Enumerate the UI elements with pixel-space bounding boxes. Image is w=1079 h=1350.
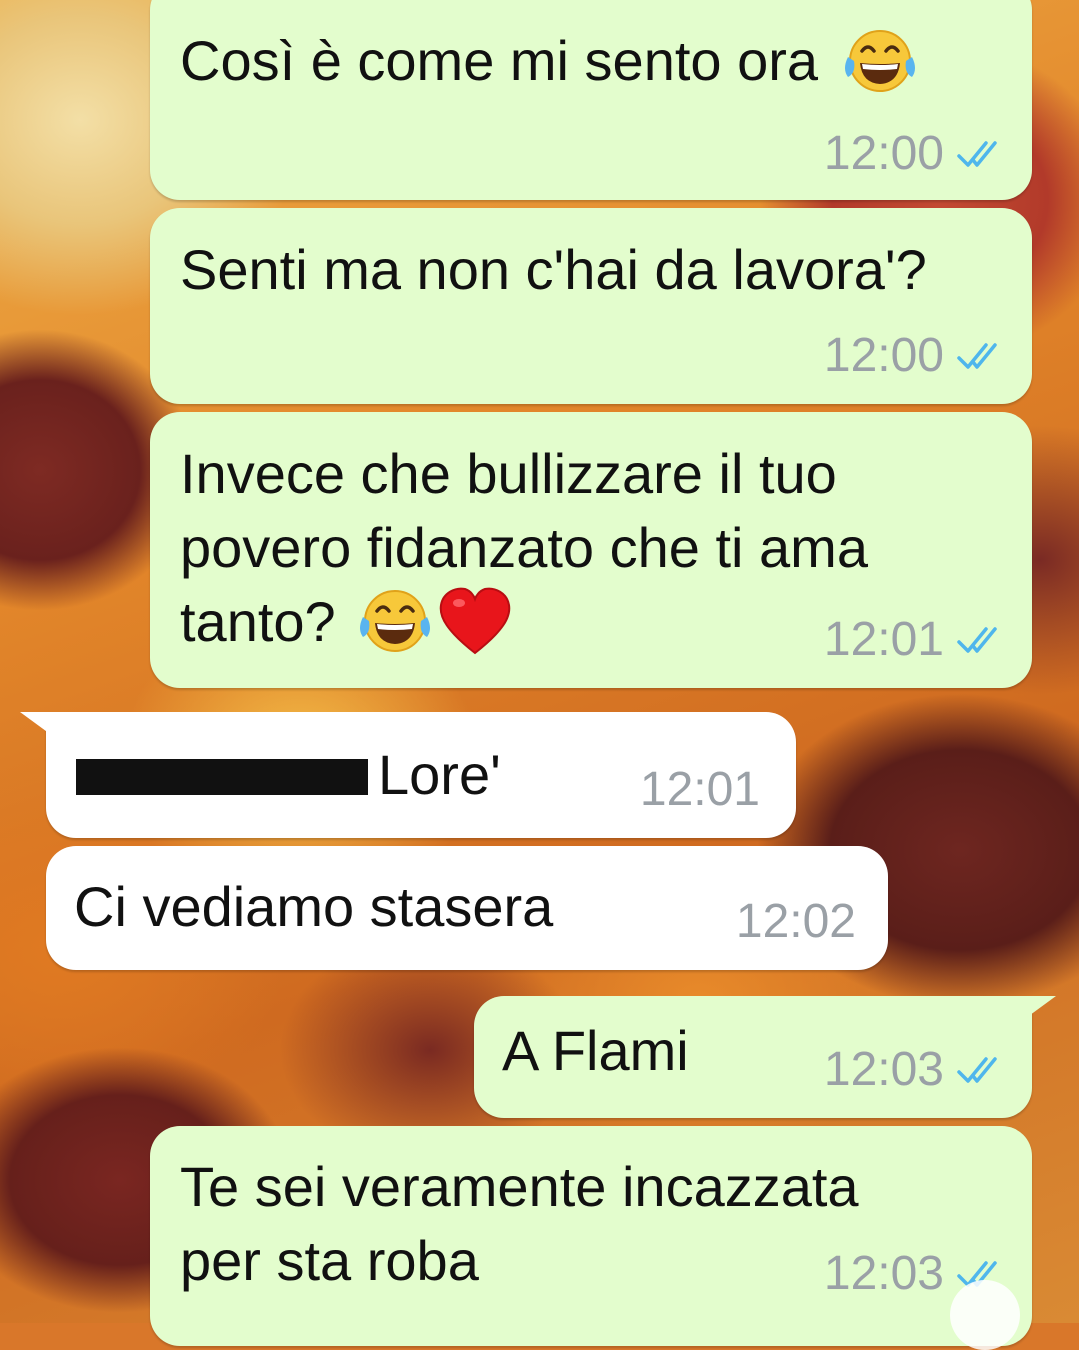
tears-of-joy-emoji-icon <box>355 581 435 661</box>
message-time: 12:03 <box>823 1247 944 1300</box>
message-text: Senti ma non c'hai da lavora'? <box>180 238 927 301</box>
message-bubble-incoming[interactable]: Lore' 12:01 <box>20 712 796 838</box>
message-time: 12:01 <box>639 763 760 816</box>
read-receipt-icon <box>956 138 1004 170</box>
message-text-line: tanto? <box>180 590 336 653</box>
tears-of-joy-emoji-icon <box>840 21 920 101</box>
message-bubble-outgoing[interactable]: Senti ma non c'hai da lavora'? 12:00 <box>150 208 1032 404</box>
message-time: 12:01 <box>823 613 944 666</box>
message-text: Lore' <box>378 743 501 806</box>
message-bubble-outgoing[interactable]: Te sei veramente incazzata per sta roba … <box>150 1126 1032 1346</box>
message-time: 12:03 <box>823 1043 944 1096</box>
message-time: 12:02 <box>735 895 856 948</box>
message-text-line: Invece che bullizzare il tuo <box>180 442 837 505</box>
bubble-tail <box>1026 996 1056 1018</box>
message-text-line: per sta roba <box>180 1229 479 1292</box>
message-text-line: Te sei veramente incazzata <box>180 1155 859 1218</box>
message-time: 12:00 <box>823 127 944 180</box>
message-time: 12:00 <box>823 329 944 382</box>
message-text: A Flami <box>502 1019 689 1082</box>
read-receipt-icon <box>956 624 1004 656</box>
read-receipt-icon <box>956 340 1004 372</box>
read-receipt-icon <box>956 1054 1004 1086</box>
message-bubble-outgoing[interactable]: A Flami 12:03 <box>474 996 1056 1118</box>
red-heart-emoji-icon <box>435 581 515 661</box>
redacted-word <box>76 759 368 796</box>
scroll-to-bottom-button[interactable] <box>950 1280 1020 1350</box>
message-bubble-outgoing[interactable]: Invece che bullizzare il tuo povero fida… <box>150 412 1032 688</box>
bubble-tail <box>20 712 50 734</box>
message-text: Così è come mi sento ora <box>180 29 819 92</box>
message-bubble-incoming[interactable]: Ci vediamo stasera 12:02 <box>46 846 888 970</box>
message-text-line: povero fidanzato che ti ama <box>180 516 868 579</box>
message-bubble-outgoing[interactable]: Così è come mi sento ora 12:00 <box>150 0 1032 200</box>
message-text: Ci vediamo stasera <box>74 875 554 938</box>
